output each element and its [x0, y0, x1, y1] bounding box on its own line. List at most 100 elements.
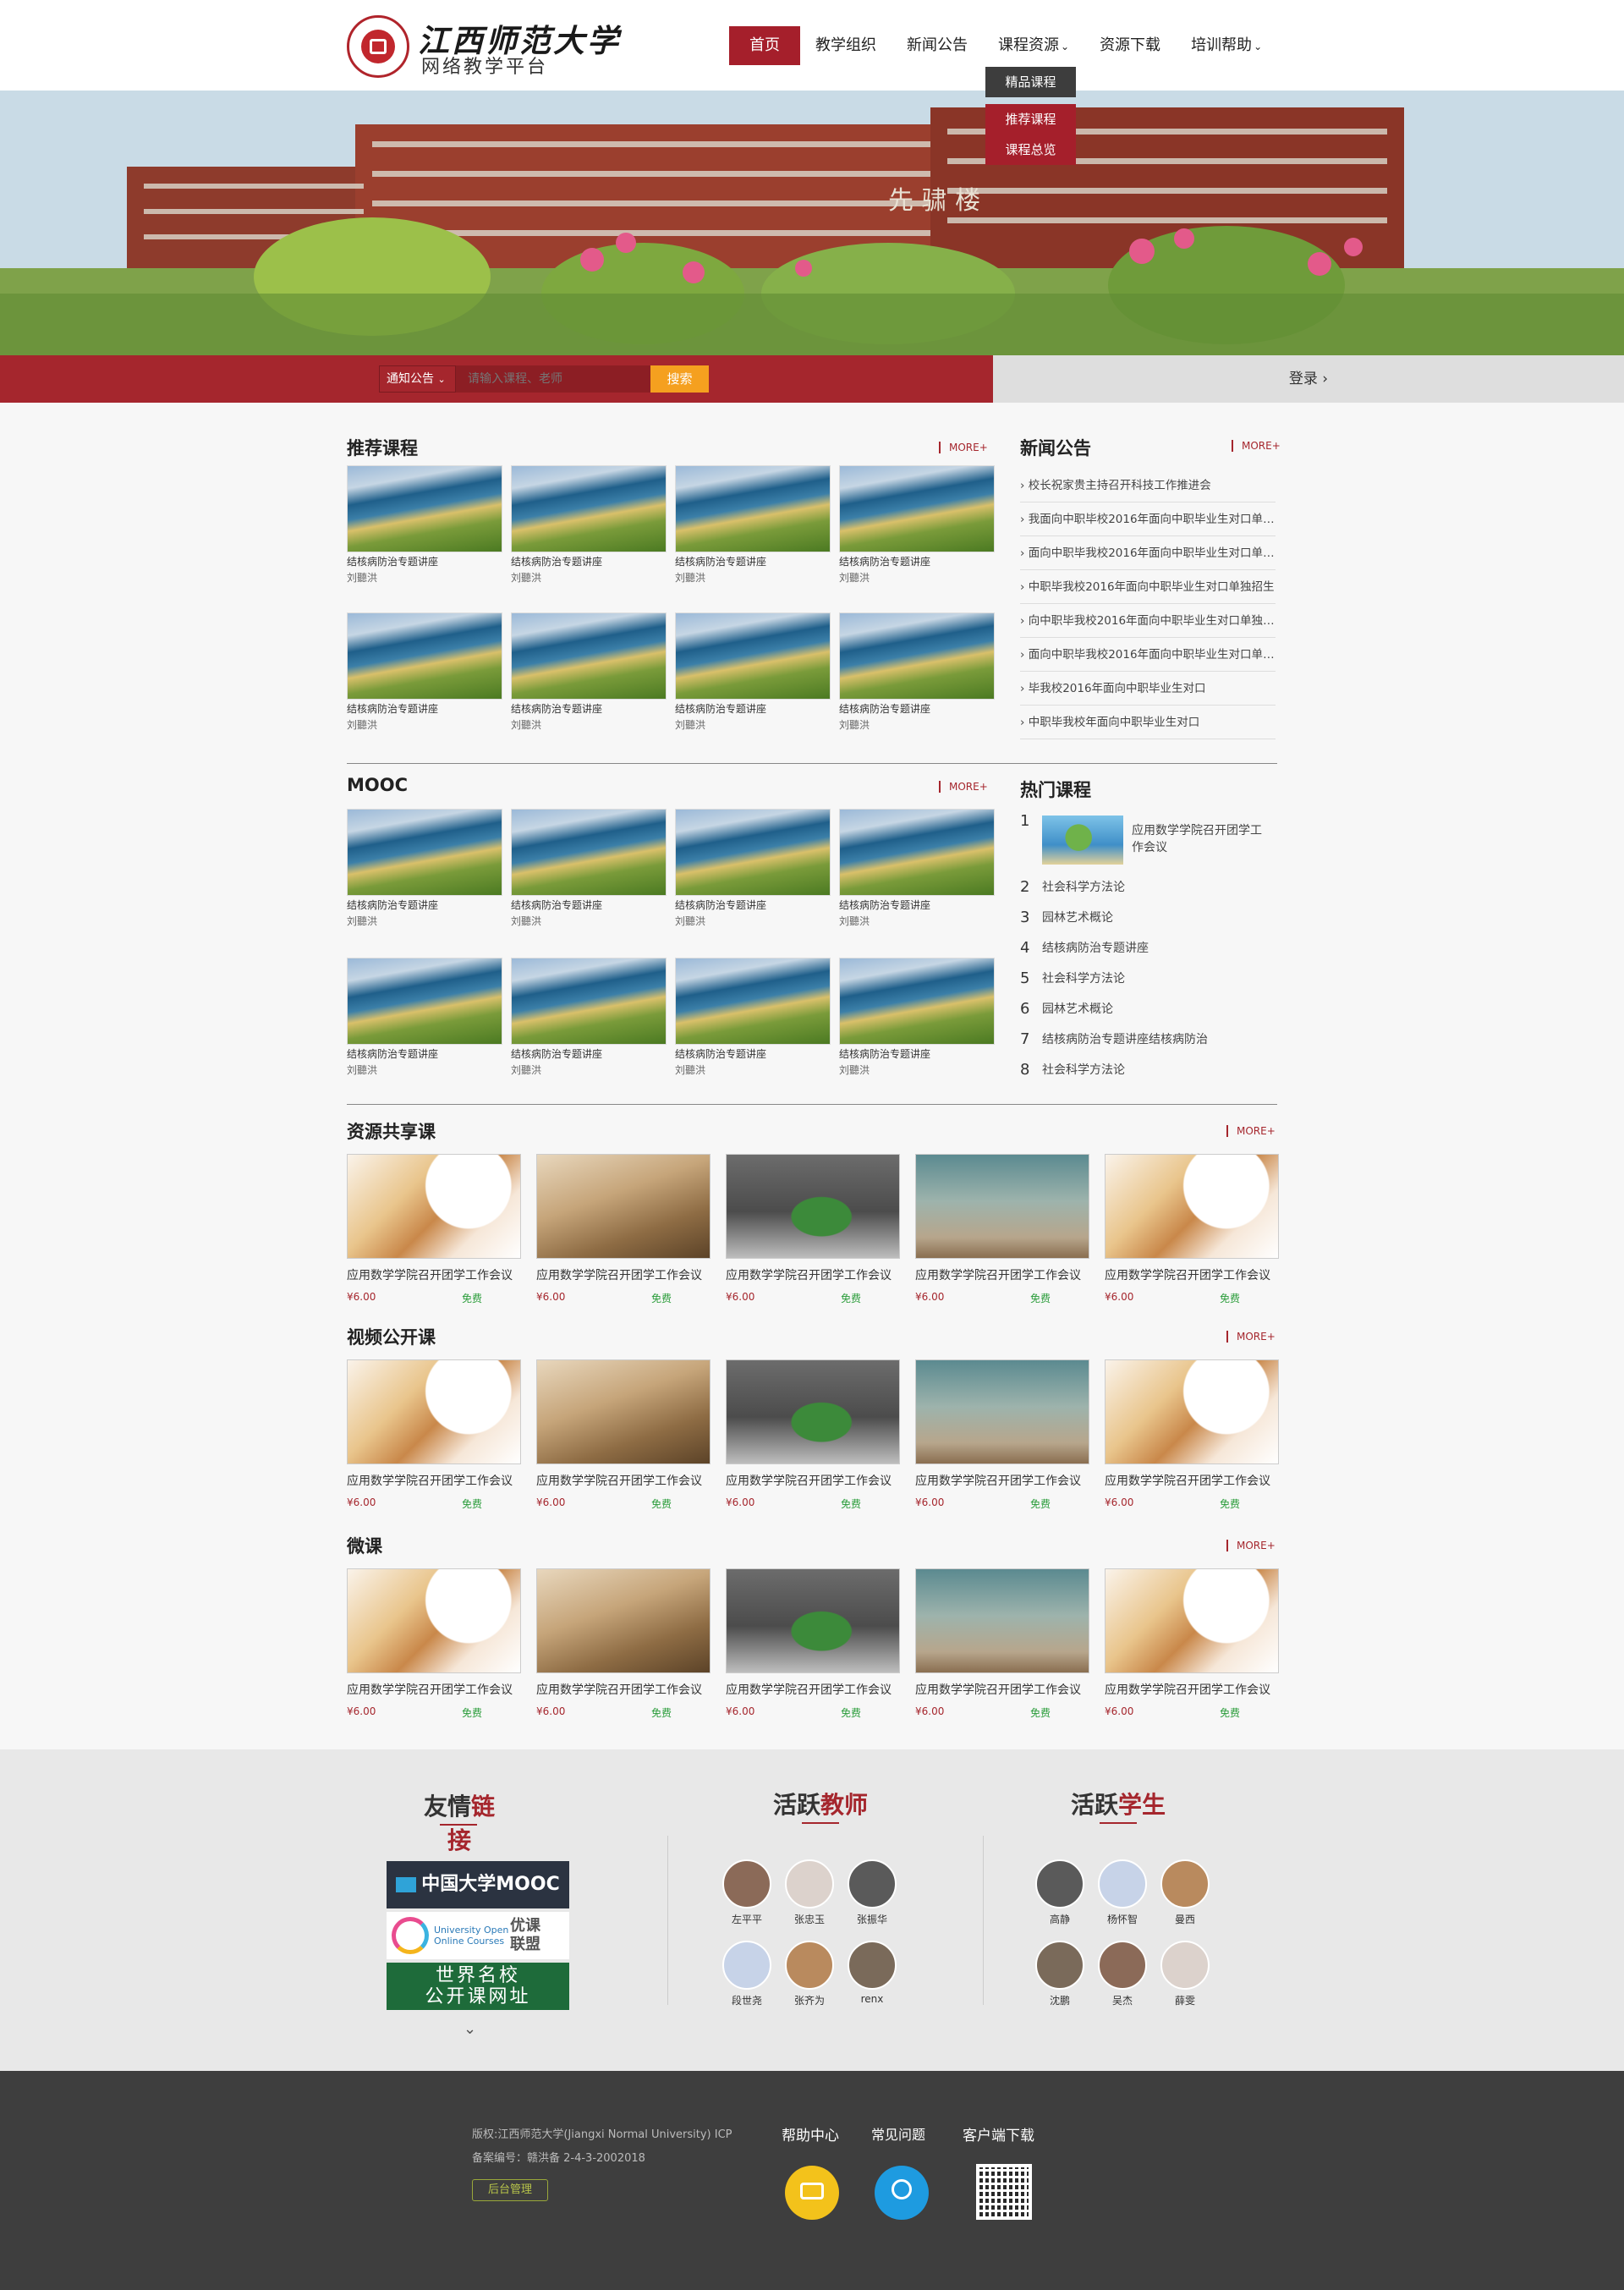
recommended-more-link[interactable]: MORE+: [939, 442, 988, 453]
course-card[interactable]: 结核病防治专题讲座 刘聽洪: [839, 465, 995, 585]
course-card[interactable]: 结核病防治专题讲座 刘聽洪: [839, 612, 995, 732]
hot-course-item[interactable]: 1 应用数学学院召开团学工作会议: [1020, 812, 1274, 871]
course-title[interactable]: 结核病防治专题讲座: [839, 701, 995, 716]
resource-card[interactable]: 应用数学学院召开团学工作会议 ¥6.00 免费: [915, 1568, 1089, 1719]
news-item[interactable]: › 向中职毕我校2016年面向中职毕业生对口单独招生: [1020, 604, 1276, 638]
resource-card[interactable]: 应用数学学院召开团学工作会议 ¥6.00 免费: [726, 1359, 900, 1510]
resource-thumbnail[interactable]: [915, 1154, 1089, 1259]
resource-card[interactable]: 应用数学学院召开团学工作会议 ¥6.00 免费: [347, 1568, 521, 1719]
resource-card[interactable]: 应用数学学院召开团学工作会议 ¥6.00 免费: [1105, 1359, 1279, 1510]
news-item[interactable]: › 毕我校2016年面向中职毕业生对口: [1020, 672, 1276, 706]
resource-title[interactable]: 应用数学学院召开团学工作会议: [536, 1472, 710, 1489]
course-thumbnail[interactable]: [347, 958, 502, 1045]
hot-course-item[interactable]: 8 社会科学方法论: [1020, 1054, 1274, 1085]
search-button[interactable]: 搜索: [650, 365, 709, 393]
resource-card[interactable]: 应用数学学院召开团学工作会议 ¥6.00 免费: [726, 1568, 900, 1719]
nav-teaching[interactable]: 教学组织: [800, 26, 892, 65]
nav-home[interactable]: 首页: [729, 26, 800, 65]
help-chat-icon[interactable]: [785, 2166, 839, 2220]
user-name[interactable]: 薛雯: [1155, 1993, 1215, 2007]
section-more-link[interactable]: MORE+: [1226, 1125, 1276, 1137]
user-name[interactable]: 吴杰: [1093, 1993, 1152, 2007]
course-card[interactable]: 结核病防治专题讲座 刘聽洪: [675, 958, 831, 1077]
resource-card[interactable]: 应用数学学院召开团学工作会议 ¥6.00 免费: [347, 1154, 521, 1304]
resource-card[interactable]: 应用数学学院召开团学工作会议 ¥6.00 免费: [536, 1359, 710, 1510]
course-title[interactable]: 结核病防治专题讲座: [347, 1046, 502, 1061]
course-title[interactable]: 结核病防治专题讲座: [511, 701, 667, 716]
avatar[interactable]: [722, 1941, 771, 1990]
news-item[interactable]: › 校长祝家贵主持召开科技工作推进会: [1020, 469, 1276, 502]
user-item[interactable]: renx: [842, 1941, 902, 2005]
avatar[interactable]: [785, 1859, 834, 1908]
resource-title[interactable]: 应用数学学院召开团学工作会议: [726, 1681, 900, 1698]
course-card[interactable]: 结核病防治专题讲座 刘聽洪: [675, 465, 831, 585]
user-name[interactable]: 杨怀智: [1093, 1912, 1152, 1926]
resource-thumbnail[interactable]: [536, 1568, 710, 1673]
course-thumbnail[interactable]: [347, 809, 502, 896]
link-world-courses[interactable]: 世界名校 公开课网址: [387, 1963, 569, 2010]
client-download-link[interactable]: 客户端下载: [963, 2123, 1034, 2144]
dropdown-item-featured[interactable]: 精品课程: [985, 67, 1076, 97]
site-logo[interactable]: 江西师范大学 网络教学平台: [347, 12, 626, 80]
course-title[interactable]: 结核病防治专题讲座: [839, 898, 995, 912]
resource-thumbnail[interactable]: [915, 1359, 1089, 1464]
dropdown-item-recommended[interactable]: 推荐课程: [985, 104, 1076, 135]
resource-card[interactable]: 应用数学学院召开团学工作会议 ¥6.00 免费: [915, 1359, 1089, 1510]
user-name[interactable]: 曼西: [1155, 1912, 1215, 1926]
resource-thumbnail[interactable]: [915, 1568, 1089, 1673]
avatar[interactable]: [722, 1859, 771, 1908]
login-link[interactable]: 登录 ›: [993, 355, 1624, 403]
hot-course-item[interactable]: 5 社会科学方法论: [1020, 963, 1274, 993]
course-title[interactable]: 结核病防治专题讲座: [511, 898, 667, 912]
resource-title[interactable]: 应用数学学院召开团学工作会议: [726, 1472, 900, 1489]
course-title[interactable]: 结核病防治专题讲座: [347, 701, 502, 716]
resource-title[interactable]: 应用数学学院召开团学工作会议: [726, 1266, 900, 1283]
course-title[interactable]: 结核病防治专题讲座: [347, 898, 502, 912]
user-name[interactable]: 张振华: [842, 1912, 902, 1926]
course-card[interactable]: 结核病防治专题讲座 刘聽洪: [675, 612, 831, 732]
news-item[interactable]: › 中职毕我校2016年面向中职毕业生对口单独招生: [1020, 570, 1276, 604]
resource-card[interactable]: 应用数学学院召开团学工作会议 ¥6.00 免费: [726, 1154, 900, 1304]
course-thumbnail[interactable]: [675, 612, 831, 700]
course-title[interactable]: 结核病防治专题讲座: [347, 554, 502, 568]
hot-course-item[interactable]: 2 社会科学方法论: [1020, 871, 1274, 902]
user-item[interactable]: 张振华: [842, 1859, 902, 1926]
course-thumbnail[interactable]: [347, 612, 502, 700]
resource-card[interactable]: 应用数学学院召开团学工作会议 ¥6.00 免费: [1105, 1568, 1279, 1719]
user-item[interactable]: 段世尧: [717, 1941, 776, 2007]
course-card[interactable]: 结核病防治专题讲座 刘聽洪: [347, 612, 502, 732]
hot-course-item[interactable]: 4 结核病防治专题讲座: [1020, 932, 1274, 963]
resource-title[interactable]: 应用数学学院召开团学工作会议: [915, 1472, 1089, 1489]
course-thumbnail[interactable]: [839, 612, 995, 700]
user-item[interactable]: 杨怀智: [1093, 1859, 1152, 1926]
user-item[interactable]: 张齐为: [780, 1941, 839, 2007]
user-item[interactable]: 吴杰: [1093, 1941, 1152, 2007]
avatar[interactable]: [848, 1941, 897, 1990]
resource-thumbnail[interactable]: [536, 1154, 710, 1259]
avatar[interactable]: [1035, 1941, 1084, 1990]
course-card[interactable]: 结核病防治专题讲座 刘聽洪: [511, 958, 667, 1077]
resource-title[interactable]: 应用数学学院召开团学工作会议: [915, 1266, 1089, 1283]
avatar[interactable]: [848, 1859, 897, 1908]
course-thumbnail[interactable]: [675, 809, 831, 896]
user-item[interactable]: 薛雯: [1155, 1941, 1215, 2007]
news-item[interactable]: › 面向中职毕我校2016年面向中职毕业生对口单独招生: [1020, 638, 1276, 672]
resource-title[interactable]: 应用数学学院召开团学工作会议: [536, 1681, 710, 1698]
resource-thumbnail[interactable]: [347, 1568, 521, 1673]
course-card[interactable]: 结核病防治专题讲座 刘聽洪: [347, 809, 502, 928]
course-title[interactable]: 结核病防治专题讲座: [511, 1046, 667, 1061]
course-card[interactable]: 结核病防治专题讲座 刘聽洪: [511, 465, 667, 585]
help-center-link[interactable]: 帮助中心: [782, 2123, 839, 2144]
news-item[interactable]: › 面向中职毕我校2016年面向中职毕业生对口单独招生: [1020, 536, 1276, 570]
course-thumbnail[interactable]: [839, 465, 995, 552]
mooc-more-link[interactable]: MORE+: [939, 781, 988, 793]
resource-thumbnail[interactable]: [347, 1359, 521, 1464]
hot-course-item[interactable]: 7 结核病防治专题讲座结核病防治: [1020, 1024, 1274, 1054]
resource-title[interactable]: 应用数学学院召开团学工作会议: [536, 1266, 710, 1283]
admin-button[interactable]: 后台管理: [472, 2179, 548, 2201]
course-title[interactable]: 结核病防治专题讲座: [839, 1046, 995, 1061]
resource-title[interactable]: 应用数学学院召开团学工作会议: [1105, 1266, 1279, 1283]
faq-touch-icon[interactable]: [875, 2166, 929, 2220]
resource-card[interactable]: 应用数学学院召开团学工作会议 ¥6.00 免费: [347, 1359, 521, 1510]
section-more-link[interactable]: MORE+: [1226, 1540, 1276, 1551]
